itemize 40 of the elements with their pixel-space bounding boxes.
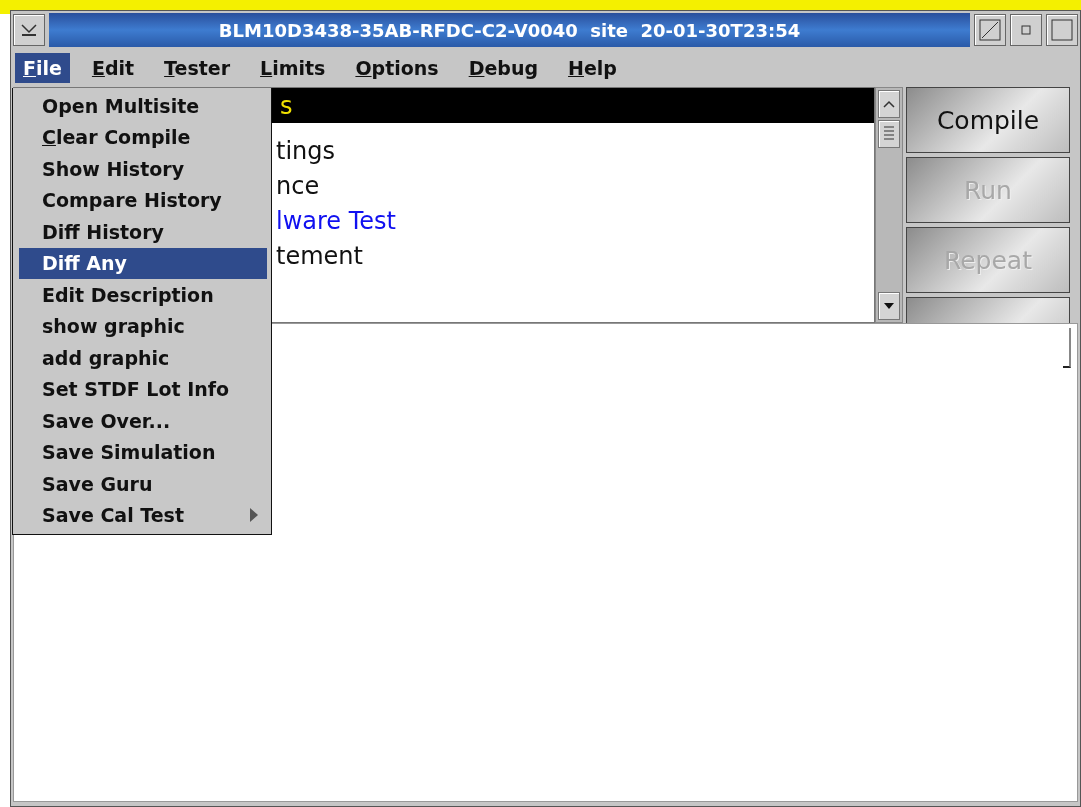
down-triangle-icon	[883, 302, 895, 310]
grip-icon	[883, 125, 895, 143]
menu-item[interactable]: Tester	[156, 53, 239, 83]
menu-item[interactable]: Help	[560, 53, 625, 83]
maximize-icon	[1051, 19, 1073, 41]
menu-item[interactable]: Diff History	[19, 216, 267, 248]
menu-item[interactable]: Debug	[460, 53, 547, 83]
maximize-button[interactable]	[1046, 14, 1078, 46]
menu-item[interactable]: Compare History	[19, 184, 267, 216]
menu-item[interactable]: File	[15, 53, 70, 83]
menu-item[interactable]: Show History	[19, 153, 267, 185]
menu-item[interactable]: Open Multisite	[19, 90, 267, 122]
resize-button[interactable]	[974, 14, 1006, 46]
submenu-arrow-icon	[249, 507, 259, 524]
scrollbar[interactable]	[1063, 328, 1071, 368]
menu-item[interactable]: Edit	[83, 53, 143, 83]
window-title: BLM10D3438-35AB-RFDC-C2-V0040 site 20-01-30T23:54	[49, 13, 970, 47]
scroll-thumb[interactable]	[878, 120, 900, 148]
action-button[interactable]: Compile	[906, 87, 1070, 153]
small-square-icon	[1021, 25, 1031, 35]
menu-item[interactable]: Diff Any	[19, 247, 267, 279]
menu-item[interactable]: Limits	[252, 53, 334, 83]
menu-item[interactable]: Clear Compile	[19, 121, 267, 153]
menu-item[interactable]: Save Cal Test	[19, 499, 267, 531]
menu-item[interactable]: Set STDF Lot Info	[19, 373, 267, 405]
menu-item[interactable]: add graphic	[19, 342, 267, 374]
resize-icon	[979, 19, 1001, 41]
menu-item[interactable]: Save Over...	[19, 405, 267, 437]
menu-item[interactable]: show graphic	[19, 310, 267, 342]
scrollbar[interactable]	[875, 87, 903, 323]
window-menu-button[interactable]	[13, 14, 45, 46]
iconify-button[interactable]	[1010, 14, 1042, 46]
minimize-icon	[20, 23, 38, 37]
up-caret-icon	[883, 100, 895, 108]
menu-item[interactable]: Save Simulation	[19, 436, 267, 468]
scroll-down-button[interactable]	[878, 292, 900, 320]
menu-item[interactable]: Options	[347, 53, 447, 83]
menu-item[interactable]: Save Guru	[19, 468, 267, 500]
scroll-up-button[interactable]	[878, 90, 900, 118]
menu-item[interactable]: Edit Description	[19, 279, 267, 311]
